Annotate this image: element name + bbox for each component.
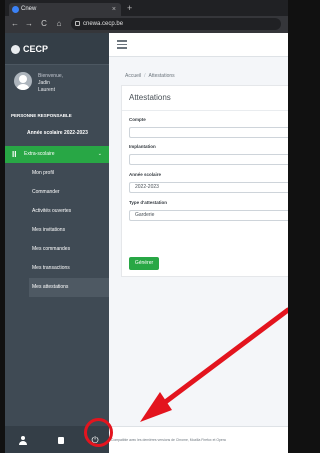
browser-tabbar: Cnew × + xyxy=(5,0,288,16)
avatar xyxy=(14,72,32,90)
footer-compat-text: Compatible avec les dernières versions d… xyxy=(111,438,226,442)
sidebar-item-activites[interactable]: Activités ouvertes xyxy=(29,202,109,221)
sidebar-item-commander[interactable]: Commander xyxy=(29,183,109,202)
back-arrow-icon[interactable]: ← xyxy=(9,18,21,30)
sidebar-item-commandes[interactable]: Mes commandes xyxy=(29,240,109,259)
user-icon[interactable] xyxy=(17,434,29,446)
user-panel: Bienvenue, Jadin Laurent xyxy=(5,66,109,110)
browser-tab[interactable]: Cnew × xyxy=(9,3,121,16)
sidebar-group-label: Extra-scolaire xyxy=(24,151,55,157)
sidebar: CECP Bienvenue, Jadin Laurent PERSONNE R… xyxy=(5,33,109,453)
lock-icon xyxy=(75,21,80,26)
annee-scolaire-select[interactable]: 2022-2023 xyxy=(129,182,288,193)
attestations-card: Attestations Compte Implantation Année s… xyxy=(121,85,288,277)
sidebar-item-attestations[interactable]: Mes attestations xyxy=(29,278,109,297)
user-name: Jadin Laurent xyxy=(38,80,104,94)
compte-label: Compte xyxy=(129,117,146,122)
new-tab-button[interactable]: + xyxy=(127,2,132,14)
calendar-icon[interactable] xyxy=(55,434,67,446)
screen-frame: Cnew × + ← → C ⌂ cnewa.cecp.be CECP Bien… xyxy=(5,0,288,453)
annotation-circle xyxy=(84,418,113,447)
school-icon: ll xyxy=(12,150,17,159)
hamburger-menu-icon[interactable] xyxy=(117,40,127,49)
type-attestation-label: Type d'attestation xyxy=(129,200,167,205)
card-divider xyxy=(122,110,288,111)
top-navbar xyxy=(109,33,288,57)
sidebar-item-invitations[interactable]: Mes invitations xyxy=(29,221,109,240)
sidebar-subnav: Mon profil Commander Activités ouvertes … xyxy=(29,164,109,297)
breadcrumb-current: Attestations xyxy=(148,73,175,79)
implantation-select[interactable] xyxy=(129,154,288,165)
user-first-name: Jadin xyxy=(38,80,50,86)
brand-link[interactable]: CECP xyxy=(5,33,109,65)
forward-arrow-icon[interactable]: → xyxy=(23,18,35,30)
tab-title: Cnew xyxy=(21,6,37,12)
browser-toolbar: ← → C ⌂ cnewa.cecp.be xyxy=(5,16,288,33)
sidebar-group-extra-scolaire[interactable]: ll Extra-scolaire ⌄ xyxy=(5,146,109,163)
page-title: Attestations xyxy=(129,93,171,102)
brand-name: CECP xyxy=(23,44,49,54)
section-label-personne: PERSONNE RESPONSABLE xyxy=(11,113,72,118)
main-content: Accueil / Attestations Attestations Compte… xyxy=(109,33,288,453)
reload-icon[interactable]: C xyxy=(38,18,50,30)
annee-scolaire-label: Année scolaire xyxy=(129,172,162,177)
favicon-icon xyxy=(12,6,19,13)
page-footer: Compatible avec les dernières versions d… xyxy=(109,426,288,453)
sidebar-item-label: Année scolaire 2022-2023 xyxy=(27,130,88,136)
welcome-text: Bienvenue, xyxy=(38,73,64,79)
type-attestation-select[interactable]: Garderie xyxy=(129,210,288,221)
sidebar-item-transactions[interactable]: Mes transactions xyxy=(29,259,109,278)
cecp-logo-icon xyxy=(11,45,20,54)
sidebar-item-mon-profil[interactable]: Mon profil xyxy=(29,164,109,183)
address-bar[interactable]: cnewa.cecp.be xyxy=(71,18,281,30)
tab-close-icon[interactable]: × xyxy=(112,3,116,16)
implantation-label: Implantation xyxy=(129,144,156,149)
user-last-name: Laurent xyxy=(38,87,55,93)
home-icon[interactable]: ⌂ xyxy=(53,18,65,30)
breadcrumb-separator: / xyxy=(144,73,146,79)
breadcrumb-home[interactable]: Accueil xyxy=(125,73,141,79)
generate-button[interactable]: Générer xyxy=(129,257,159,270)
breadcrumb: Accueil / Attestations xyxy=(125,73,175,80)
address-bar-url: cnewa.cecp.be xyxy=(83,21,124,27)
compte-select[interactable] xyxy=(129,127,288,138)
sidebar-item-school-year[interactable]: Année scolaire 2022-2023 xyxy=(5,125,109,141)
chevron-down-icon: ⌄ xyxy=(97,151,102,157)
